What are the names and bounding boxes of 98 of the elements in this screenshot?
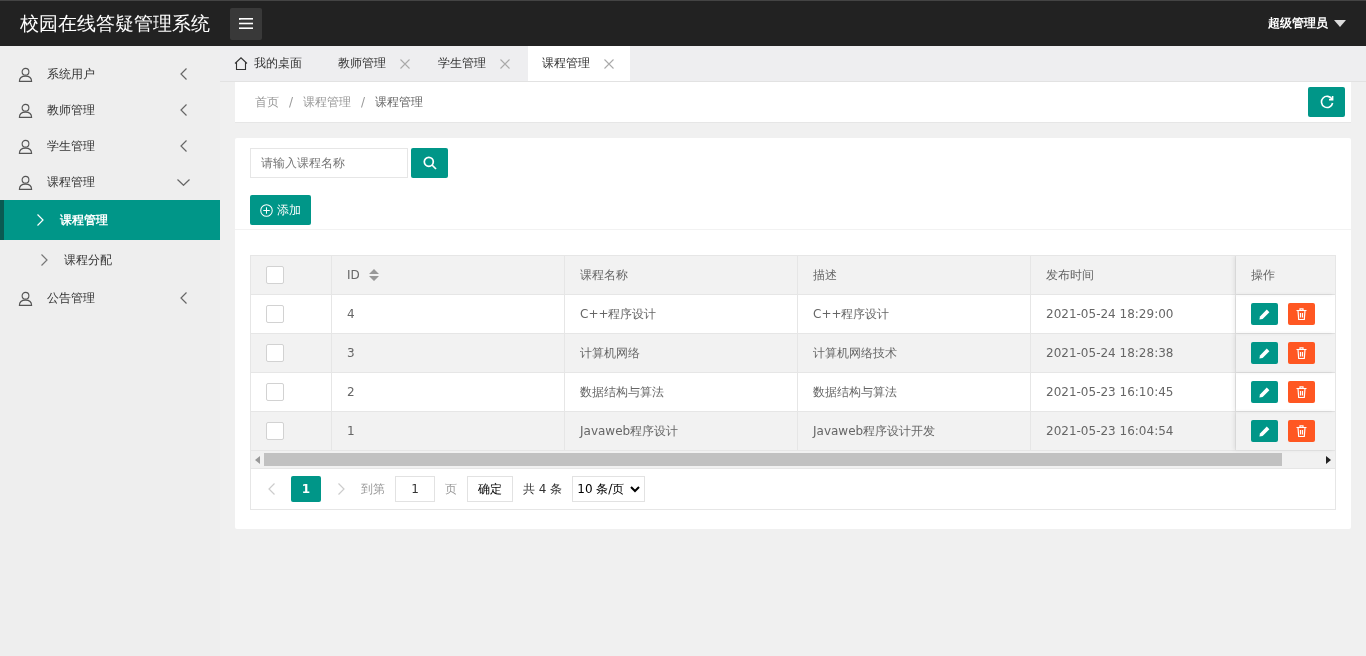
sidebar-item[interactable]: 课程管理 <box>0 164 220 200</box>
column-header: 课程名称 <box>565 256 798 294</box>
table-cell: 1 <box>332 412 565 450</box>
chevron-left-icon <box>267 483 275 495</box>
horizontal-scrollbar[interactable] <box>251 451 1335 469</box>
page-number-field[interactable]: 1 <box>395 476 435 502</box>
table-cell: 3 <box>332 334 565 372</box>
sidebar-item[interactable]: 学生管理 <box>0 128 220 164</box>
delete-button[interactable] <box>1288 381 1315 403</box>
table-cell: C++程序设计 <box>565 295 798 333</box>
tab[interactable]: 学生管理 <box>428 46 520 81</box>
refresh-button[interactable] <box>1308 87 1345 117</box>
table-cell: 2021-05-23 16:10:45 <box>1031 373 1236 411</box>
table-cell: C++程序设计 <box>798 295 1031 333</box>
table-cell: 2021-05-23 16:04:54 <box>1031 412 1236 450</box>
sidebar-subitem[interactable]: 课程分配 <box>0 240 220 280</box>
menu-button[interactable] <box>230 7 262 40</box>
edit-button[interactable] <box>1251 420 1278 442</box>
chevron-left-icon <box>180 140 187 152</box>
pencil-icon <box>1259 308 1270 320</box>
user-icon <box>18 174 33 190</box>
goto-label: 到第 <box>361 480 385 498</box>
user-icon <box>18 290 33 306</box>
checkbox[interactable] <box>266 422 284 440</box>
tab[interactable]: 课程管理 <box>528 46 630 81</box>
refresh-icon <box>1319 95 1334 109</box>
delete-button[interactable] <box>1288 342 1315 364</box>
add-button[interactable]: 添加 <box>250 195 311 225</box>
table-cell: 4 <box>332 295 565 333</box>
table-cell: 2021-05-24 18:28:38 <box>1031 334 1236 372</box>
pencil-icon <box>1259 425 1270 437</box>
user-menu[interactable]: 超级管理员 <box>1268 15 1346 32</box>
column-header[interactable]: ID <box>332 256 565 294</box>
app-title: 校园在线答疑管理系统 <box>20 10 211 36</box>
trash-icon <box>1296 386 1307 398</box>
checkbox[interactable] <box>266 266 284 284</box>
sidebar-item[interactable]: 公告管理 <box>0 280 220 316</box>
table-cell: 计算机网络 <box>565 334 798 372</box>
sort-icon[interactable] <box>368 269 379 281</box>
chevron-right-icon <box>41 254 48 266</box>
search-field[interactable]: 请输入课程名称 <box>250 148 408 178</box>
pencil-icon <box>1259 386 1270 398</box>
trash-icon <box>1296 347 1307 359</box>
table-cell: 计算机网络技术 <box>798 334 1031 372</box>
breadcrumb-separator: / <box>361 95 366 109</box>
table-cell: Javaweb程序设计开发 <box>798 412 1031 450</box>
checkbox[interactable] <box>266 305 284 323</box>
close-icon[interactable] <box>400 58 410 69</box>
chevron-down-icon <box>630 485 641 493</box>
table-cell: 2021-05-24 18:29:00 <box>1031 295 1236 333</box>
sidebar-subitem[interactable]: 课程管理 <box>0 200 220 240</box>
delete-button[interactable] <box>1288 420 1315 442</box>
breadcrumb-link[interactable]: 课程管理 <box>375 93 424 111</box>
home-icon <box>234 57 248 70</box>
pencil-icon <box>1259 347 1270 359</box>
delete-button[interactable] <box>1288 303 1315 325</box>
table-cell: 2 <box>332 373 565 411</box>
trash-icon <box>1296 425 1307 437</box>
total-count: 共 4 条 <box>523 480 563 498</box>
confirm-button[interactable]: 确定 <box>467 476 513 502</box>
chevron-left-icon <box>180 292 187 304</box>
table-cell: 数据结构与算法 <box>798 373 1031 411</box>
page-unit-label: 页 <box>445 480 457 498</box>
search-button[interactable] <box>411 148 448 178</box>
user-icon <box>18 66 33 82</box>
column-header: 发布时间 <box>1031 256 1236 294</box>
close-icon[interactable] <box>604 58 614 69</box>
tab[interactable]: 教师管理 <box>328 46 420 81</box>
column-header: 操作 <box>1236 256 1335 294</box>
tab[interactable]: 我的桌面 <box>224 46 320 81</box>
chevron-right-icon <box>37 214 44 226</box>
scroll-left-icon[interactable] <box>255 455 260 464</box>
chevron-left-icon <box>180 68 187 80</box>
breadcrumb-separator: / <box>289 95 294 109</box>
plus-circle-icon <box>260 203 273 217</box>
column-header: 描述 <box>798 256 1031 294</box>
chevron-right-icon <box>337 483 345 495</box>
page-button[interactable]: 1 <box>291 476 321 502</box>
page-size-select[interactable]: 10 条/页 <box>572 476 646 502</box>
edit-button[interactable] <box>1251 342 1278 364</box>
caret-icon <box>1334 20 1346 27</box>
table-cell: Javaweb程序设计 <box>565 412 798 450</box>
edit-button[interactable] <box>1251 303 1278 325</box>
menu-icon <box>239 18 253 29</box>
sidebar-item[interactable]: 系统用户 <box>0 56 220 92</box>
edit-button[interactable] <box>1251 381 1278 403</box>
chevron-down-icon <box>177 178 190 186</box>
search-icon <box>422 156 437 170</box>
table-cell: 数据结构与算法 <box>565 373 798 411</box>
chevron-left-icon <box>180 104 187 116</box>
user-icon <box>18 138 33 154</box>
sidebar-item[interactable]: 教师管理 <box>0 92 220 128</box>
checkbox[interactable] <box>266 344 284 362</box>
trash-icon <box>1296 308 1307 320</box>
scroll-right-icon[interactable] <box>1326 455 1331 464</box>
close-icon[interactable] <box>500 58 510 69</box>
user-icon <box>18 102 33 118</box>
checkbox[interactable] <box>266 383 284 401</box>
